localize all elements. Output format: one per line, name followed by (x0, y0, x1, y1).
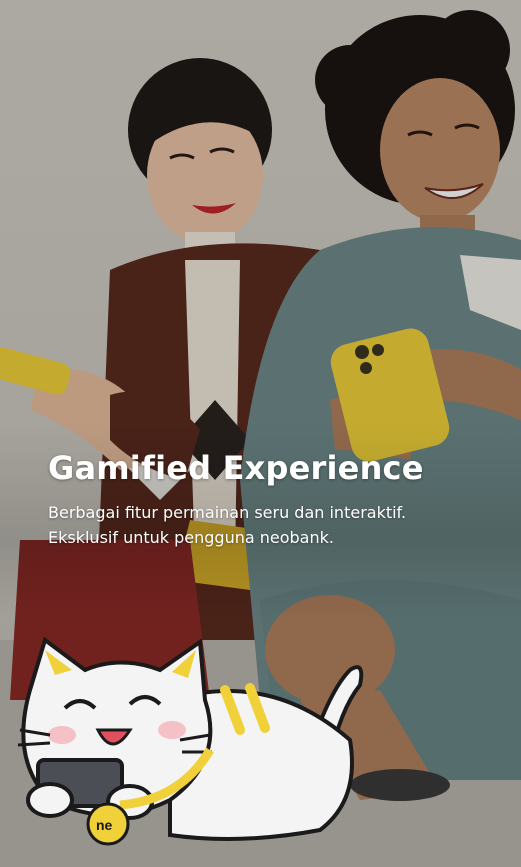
page-description: Berbagai fitur permainan seru dan intera… (48, 500, 498, 550)
cat-mascot-icon: ne (17, 636, 364, 846)
mascot-badge-text: ne (96, 817, 113, 833)
page-title: Gamified Experience (48, 449, 424, 487)
description-line-1: Berbagai fitur permainan seru dan intera… (48, 503, 407, 522)
description-line-2: Eksklusif untuk pengguna neobank. (48, 528, 334, 547)
onboarding-screen: ne Gamified Experience Berbagai fitur pe… (0, 0, 521, 867)
onboarding-text-block: Gamified Experience Berbagai fitur perma… (48, 448, 498, 550)
